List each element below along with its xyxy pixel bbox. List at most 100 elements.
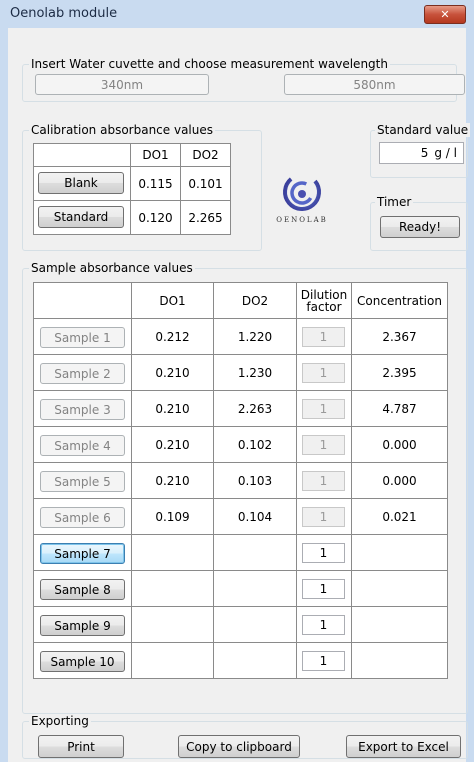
calibration-blank-do1: 0.115 [130, 166, 181, 201]
standard-button[interactable]: Standard [38, 206, 124, 228]
calibration-header-do1: DO1 [130, 143, 181, 167]
sample-row: Sample 10 1 [33, 642, 448, 679]
sample-7-button[interactable]: Sample 7 [40, 543, 125, 564]
dilution-factor-input[interactable]: 1 [302, 435, 345, 455]
title-bar: Oenolab module ✕ [0, 0, 474, 28]
sample-concentration-cell: 0.000 [351, 462, 448, 499]
dilution-factor-input[interactable]: 1 [302, 651, 345, 671]
oenolab-logo: OENOLAB [266, 168, 338, 234]
sample-row: Sample 5 0.210 0.103 1 0.000 [33, 462, 448, 499]
sample-row: Sample 8 1 [33, 570, 448, 607]
standard-value-unit: g / l [434, 146, 457, 160]
samples-header-empty [33, 282, 132, 319]
sample-do1-cell: 0.109 [131, 498, 214, 535]
sample-do2-cell: 1.230 [213, 354, 297, 391]
timer-legend: Timer [375, 195, 414, 209]
export-to-excel-button[interactable]: Export to Excel [346, 735, 461, 758]
sample-do2-cell: 2.263 [213, 390, 297, 427]
wavelength-legend: Insert Water cuvette and choose measurem… [29, 57, 390, 71]
sample-concentration-cell: 0.000 [351, 426, 448, 463]
samples-header-concentration: Concentration [351, 282, 448, 319]
sample-3-button[interactable]: Sample 3 [40, 399, 125, 420]
dialog-window: Oenolab module ✕ Insert Water cuvette an… [0, 0, 474, 762]
spiral-icon [283, 173, 321, 211]
sample-do1-cell: 0.210 [131, 462, 214, 499]
copy-to-clipboard-button[interactable]: Copy to clipboard [178, 735, 300, 758]
dilution-factor-input[interactable]: 1 [302, 615, 345, 635]
sample-row: Sample 4 0.210 0.102 1 0.000 [33, 426, 448, 463]
samples-header-do1: DO1 [131, 282, 214, 319]
sample-do2-cell: 0.104 [213, 498, 297, 535]
calibration-standard-do2: 2.265 [180, 200, 231, 235]
sample-concentration-cell: 2.367 [351, 318, 448, 355]
sample-row: Sample 7 1 [33, 534, 448, 571]
sample-concentration-cell [351, 642, 448, 679]
sample-do2-cell [213, 606, 297, 643]
sample-4-button[interactable]: Sample 4 [40, 435, 125, 456]
sample-9-button[interactable]: Sample 9 [40, 615, 125, 636]
sample-concentration-cell [351, 570, 448, 607]
standard-value-input[interactable]: 5 g / l [379, 142, 464, 164]
sample-2-button[interactable]: Sample 2 [40, 363, 125, 384]
sample-5-button[interactable]: Sample 5 [40, 471, 125, 492]
calibration-row: Blank 0.115 0.101 [33, 166, 231, 201]
sample-do2-cell: 0.103 [213, 462, 297, 499]
close-button[interactable]: ✕ [424, 5, 466, 24]
dilution-factor-input[interactable]: 1 [302, 363, 345, 383]
sample-do2-cell: 0.102 [213, 426, 297, 463]
dilution-factor-input[interactable]: 1 [302, 399, 345, 419]
calibration-blank-do2: 0.101 [180, 166, 231, 201]
sample-do1-cell: 0.210 [131, 426, 214, 463]
sample-6-button[interactable]: Sample 6 [40, 507, 125, 528]
sample-row: Sample 2 0.210 1.230 1 2.395 [33, 354, 448, 391]
sample-concentration-cell: 4.787 [351, 390, 448, 427]
standard-value-legend: Standard value [375, 123, 471, 137]
sample-concentration-cell [351, 534, 448, 571]
sample-do2-cell [213, 534, 297, 571]
sample-row: Sample 3 0.210 2.263 1 4.787 [33, 390, 448, 427]
close-icon: ✕ [440, 8, 450, 21]
wavelength-340-button[interactable]: 340nm [35, 74, 209, 95]
sample-row: Sample 9 1 [33, 606, 448, 643]
calibration-header-empty [33, 143, 131, 167]
timer-ready-button[interactable]: Ready! [380, 216, 460, 238]
logo-text: OENOLAB [276, 216, 328, 224]
blank-button[interactable]: Blank [38, 172, 124, 194]
sample-do2-cell [213, 570, 297, 607]
sample-do1-cell: 0.210 [131, 354, 214, 391]
calibration-table: DO1 DO2 Blank 0.115 0.101 Standard 0.120… [33, 143, 231, 235]
window-title: Oenolab module [10, 6, 118, 21]
print-button[interactable]: Print [38, 735, 124, 758]
sample-row: Sample 6 0.109 0.104 1 0.021 [33, 498, 448, 535]
dilution-factor-input[interactable]: 1 [302, 471, 345, 491]
samples-header-dilution: Dilution factor [296, 282, 352, 319]
calibration-standard-do1: 0.120 [130, 200, 181, 235]
sample-do1-cell [131, 606, 214, 643]
dialog-client: Insert Water cuvette and choose measurem… [8, 28, 471, 762]
sample-row: Sample 1 0.212 1.220 1 2.367 [33, 318, 448, 355]
calibration-row: Standard 0.120 2.265 [33, 200, 231, 235]
dilution-factor-input[interactable]: 1 [302, 507, 345, 527]
sample-do1-cell: 0.212 [131, 318, 214, 355]
wavelength-580-button[interactable]: 580nm [284, 74, 465, 95]
samples-table: DO1 DO2 Dilution factor Concentration Sa… [33, 282, 448, 679]
sample-do1-cell: 0.210 [131, 390, 214, 427]
sample-do1-cell [131, 642, 214, 679]
sample-do2-cell [213, 642, 297, 679]
sample-do2-cell: 1.220 [213, 318, 297, 355]
sample-1-button[interactable]: Sample 1 [40, 327, 125, 348]
sample-concentration-cell [351, 606, 448, 643]
dilution-factor-input[interactable]: 1 [302, 579, 345, 599]
sample-do1-cell [131, 534, 214, 571]
sample-concentration-cell: 2.395 [351, 354, 448, 391]
sample-8-button[interactable]: Sample 8 [40, 579, 125, 600]
sample-do1-cell [131, 570, 214, 607]
sample-10-button[interactable]: Sample 10 [40, 651, 125, 672]
calibration-legend: Calibration absorbance values [29, 123, 216, 137]
dilution-factor-input[interactable]: 1 [302, 327, 345, 347]
calibration-header-do2: DO2 [180, 143, 231, 167]
samples-header-do2: DO2 [213, 282, 297, 319]
sample-concentration-cell: 0.021 [351, 498, 448, 535]
dilution-factor-input[interactable]: 1 [302, 543, 345, 563]
standard-value-number: 5 [420, 146, 429, 160]
